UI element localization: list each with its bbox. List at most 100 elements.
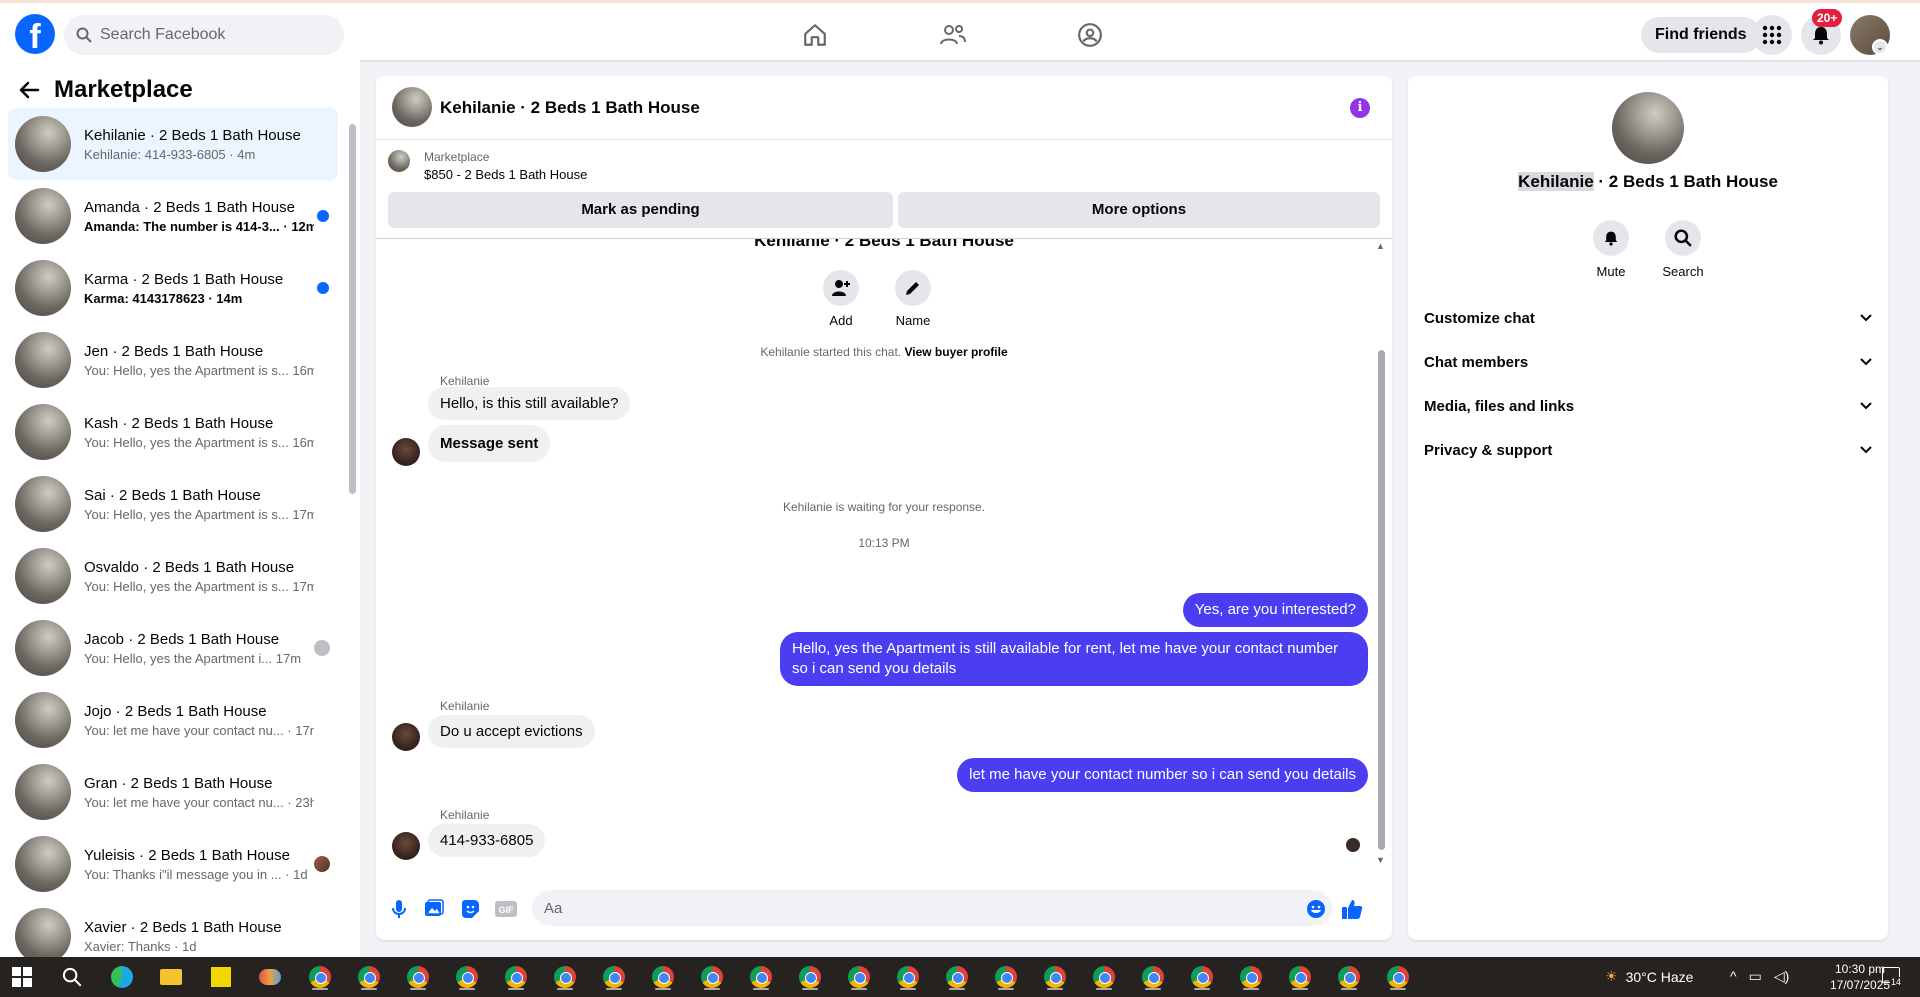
edge-browser-icon[interactable] (108, 963, 136, 991)
account-chevron-icon[interactable]: ⌄ (1872, 39, 1888, 55)
scroll-up-arrow-icon[interactable]: ▲ (1376, 241, 1385, 251)
incoming-message[interactable]: 414-933-6805 (428, 824, 546, 857)
chat-listing-image[interactable] (392, 87, 432, 127)
sender-avatar[interactable] (392, 438, 420, 466)
add-people-button[interactable]: Add (811, 270, 871, 328)
conversation-title: Kehilanie · 2 Beds 1 Bath House (84, 126, 301, 144)
conversation-item[interactable]: Jen · 2 Beds 1 Bath House You: Hello, yes… (8, 324, 338, 396)
find-friends-button[interactable]: Find friends (1641, 17, 1761, 53)
incoming-message[interactable]: Message sent (428, 425, 551, 462)
chrome-icon[interactable] (1090, 963, 1118, 991)
search-icon (1674, 229, 1692, 247)
chrome-icon[interactable] (1286, 963, 1314, 991)
chrome-icon[interactable] (747, 963, 775, 991)
sender-avatar[interactable] (392, 723, 420, 751)
media-files-links-section[interactable]: Media, files and links (1424, 388, 1872, 424)
chrome-icon[interactable] (698, 963, 726, 991)
conversation-title: Jen · 2 Beds 1 Bath House (84, 342, 264, 360)
chat-title[interactable]: Kehilanie · 2 Beds 1 Bath House (440, 98, 700, 118)
conversation-item[interactable]: Osvaldo · 2 Beds 1 Bath House You: Hello,… (8, 540, 338, 612)
chrome-icon[interactable] (404, 963, 432, 991)
weather-widget[interactable]: ☀ 30°C Haze (1605, 968, 1693, 985)
chrome-icon[interactable] (453, 963, 481, 991)
network-icon[interactable]: ▭ (1749, 968, 1762, 985)
voice-clip-button[interactable] (388, 898, 410, 920)
outgoing-message[interactable]: let me have your contact number so i can… (957, 758, 1368, 792)
chrome-icon[interactable] (306, 963, 334, 991)
chrome-icon[interactable] (894, 963, 922, 991)
conversation-item[interactable]: Sai · 2 Beds 1 Bath House You: Hello, yes… (8, 468, 338, 540)
chrome-icon[interactable] (1237, 963, 1265, 991)
back-arrow-icon[interactable] (18, 79, 40, 101)
conversation-item[interactable]: Kash · 2 Beds 1 Bath House You: Hello, ye… (8, 396, 338, 468)
search-input[interactable] (100, 26, 320, 44)
chrome-icon[interactable] (992, 963, 1020, 991)
info-icon[interactable]: i (1350, 98, 1370, 118)
gif-button[interactable]: GIF (495, 898, 517, 920)
paint-app-icon[interactable] (256, 963, 284, 991)
conversation-item[interactable]: Karma · 2 Beds 1 Bath House Karma: 414317… (8, 252, 338, 324)
chrome-icon[interactable] (355, 963, 383, 991)
search-in-chat-button[interactable]: Search (1653, 220, 1713, 279)
gif-icon: GIF (495, 901, 517, 917)
thread-scrollbar[interactable] (1378, 350, 1385, 850)
more-options-button[interactable]: More options (898, 192, 1380, 228)
outgoing-message[interactable]: Hello, yes the Apartment is still availa… (780, 632, 1368, 686)
chrome-icon[interactable] (1335, 963, 1363, 991)
volume-icon[interactable]: ◁) (1774, 968, 1789, 985)
file-explorer-icon[interactable] (157, 963, 185, 991)
chrome-icon[interactable] (502, 963, 530, 991)
windows-start-icon[interactable] (12, 967, 32, 987)
incoming-message[interactable]: Hello, is this still available? (428, 387, 631, 420)
chrome-icon[interactable] (1188, 963, 1216, 991)
system-tray[interactable]: ^ ▭ ◁) (1730, 968, 1789, 985)
sticky-notes-icon[interactable] (207, 963, 235, 991)
chrome-icon[interactable] (943, 963, 971, 991)
message-input[interactable] (532, 890, 1332, 926)
chrome-icon[interactable] (600, 963, 628, 991)
conversation-preview: You: Hello, yes the Apartment is s... 17… (84, 506, 314, 522)
scroll-down-arrow-icon[interactable]: ▼ (1376, 855, 1385, 865)
chrome-icon[interactable] (1139, 963, 1167, 991)
chrome-icon[interactable] (1384, 963, 1412, 991)
chrome-icon[interactable] (551, 963, 579, 991)
facebook-logo[interactable]: f (15, 14, 55, 54)
details-listing-image[interactable] (1612, 92, 1684, 164)
mute-button[interactable]: Mute (1581, 220, 1641, 279)
chevron-up-icon[interactable]: ^ (1730, 968, 1737, 985)
sender-name: Kehilanie (440, 808, 490, 822)
chrome-icon[interactable] (845, 963, 873, 991)
conversation-item[interactable]: Amanda · 2 Beds 1 Bath House Amanda: The … (8, 180, 338, 252)
home-nav-button[interactable] (787, 15, 843, 55)
customize-chat-section[interactable]: Customize chat (1424, 300, 1872, 336)
privacy-support-section[interactable]: Privacy & support (1424, 432, 1872, 468)
groups-nav-button[interactable] (1062, 15, 1118, 55)
chrome-icon[interactable] (796, 963, 824, 991)
listing-thumbnail (15, 188, 71, 244)
menu-button[interactable] (1752, 15, 1792, 55)
chrome-icon[interactable] (649, 963, 677, 991)
conversation-item[interactable]: Jojo · 2 Beds 1 Bath House You: let me ha… (8, 684, 338, 756)
sender-avatar[interactable] (392, 832, 420, 860)
sticker-button[interactable] (459, 898, 481, 920)
conversation-item[interactable]: Gran · 2 Beds 1 Bath House You: let me ha… (8, 756, 338, 828)
chrome-icon[interactable] (1041, 963, 1069, 991)
taskbar-search-button[interactable] (58, 963, 86, 991)
attach-photo-button[interactable] (423, 898, 445, 920)
listing-thumbnail (15, 908, 71, 964)
conversation-item[interactable]: Jacob · 2 Beds 1 Bath House You: Hello, y… (8, 612, 338, 684)
emoji-button[interactable] (1305, 898, 1327, 920)
mark-as-pending-button[interactable]: Mark as pending (388, 192, 893, 228)
view-buyer-profile-link[interactable]: View buyer profile (904, 345, 1007, 359)
chat-members-section[interactable]: Chat members (1424, 344, 1872, 380)
search-box[interactable] (64, 15, 344, 55)
outgoing-message[interactable]: Yes, are you interested? (1182, 593, 1368, 627)
incoming-message[interactable]: Do u accept evictions (428, 715, 595, 748)
like-button[interactable] (1341, 898, 1363, 920)
unread-indicator (317, 210, 329, 222)
name-chat-button[interactable]: Name (883, 270, 943, 328)
conversation-item[interactable]: Kehilanie · 2 Beds 1 Bath House Kehilanie… (8, 108, 338, 180)
conversation-item[interactable]: Yuleisis · 2 Beds 1 Bath House You: Thank… (8, 828, 338, 900)
friends-nav-button[interactable] (925, 15, 981, 55)
sidebar-scrollbar[interactable] (349, 124, 356, 494)
